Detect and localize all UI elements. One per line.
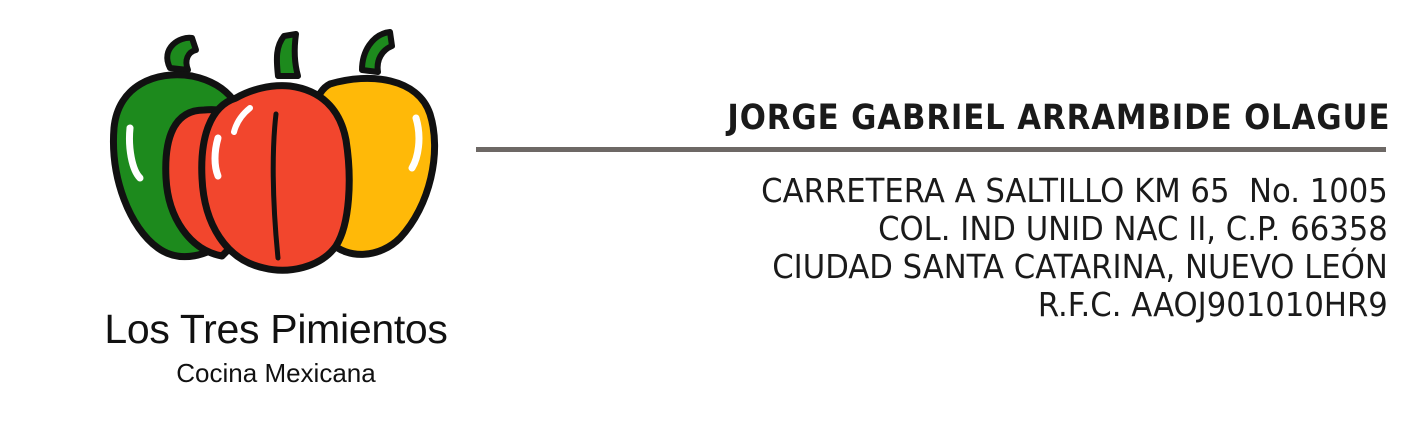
address-line-colony: COL. IND UNID NAC II, C.P. 66358 [878,209,1388,248]
brand-tagline: Cocina Mexicana [176,358,376,388]
owner-name: JORGE GABRIEL ARRAMBIDE OLAGUE [727,98,1390,138]
logo: Los Tres Pimientos Cocina Mexicana [60,28,490,398]
rfc-line: R.F.C. AAOJ901010HR9 [1038,285,1388,324]
brand-name: Los Tres Pimientos [104,306,448,352]
header-divider [476,147,1386,152]
address-block: CARRETERA A SALTILLO KM 65 No. 1005 COL.… [761,172,1388,324]
three-bell-peppers-icon [109,29,439,274]
red-pepper-front-icon [198,31,353,274]
address-line-city: CIUDAD SANTA CATARINA, NUEVO LEÓN [772,247,1388,286]
address-line-street: CARRETERA A SALTILLO KM 65 No. 1005 [761,171,1388,210]
